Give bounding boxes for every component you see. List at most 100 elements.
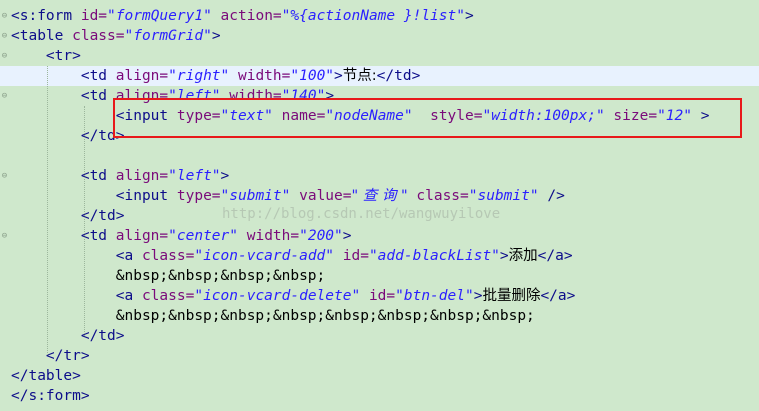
code-line[interactable]: <a class="icon-vcard-delete" id="btn-del… bbox=[0, 286, 759, 306]
code-token: </a> bbox=[540, 288, 576, 304]
code-token: "submit" bbox=[468, 188, 539, 204]
code-line[interactable]: <td align="right" width="100">节点:</td> bbox=[0, 66, 759, 86]
code-line[interactable]: </table> bbox=[0, 366, 759, 386]
code-token: " 查 询 " bbox=[351, 188, 408, 204]
code-token: 批量删除 bbox=[482, 288, 541, 304]
code-text: &nbsp;&nbsp;&nbsp;&nbsp;&nbsp;&nbsp;&nbs… bbox=[11, 306, 535, 326]
code-text: <tr> bbox=[11, 46, 81, 66]
code-token: <s:form bbox=[11, 8, 81, 24]
code-token: </td> bbox=[376, 68, 421, 84]
highlight-box bbox=[113, 98, 742, 138]
code-token: &nbsp;&nbsp;&nbsp;&nbsp;&nbsp;&nbsp;&nbs… bbox=[11, 308, 535, 324]
indent-guide bbox=[47, 66, 48, 355]
code-text: </tr> bbox=[11, 346, 90, 366]
code-line[interactable]: </s:form> bbox=[0, 386, 759, 406]
code-text: <a class="icon-vcard-add" id="add-blackL… bbox=[11, 246, 573, 266]
code-text: </s:form> bbox=[11, 386, 90, 406]
code-token: <tr> bbox=[11, 48, 81, 64]
code-token: > bbox=[211, 28, 221, 44]
code-token: "icon-vcard-add" bbox=[194, 248, 335, 264]
code-token: id= bbox=[360, 288, 396, 304]
code-token: <a bbox=[11, 288, 142, 304]
code-token: <td bbox=[11, 228, 116, 244]
fold-toggle-icon[interactable]: ⊖ bbox=[0, 226, 9, 246]
code-token: action= bbox=[211, 8, 282, 24]
code-token: 添加 bbox=[508, 248, 538, 264]
code-text: </td> bbox=[11, 126, 125, 146]
code-token: </table> bbox=[11, 368, 81, 384]
code-token: align= bbox=[115, 228, 169, 244]
code-token: </tr> bbox=[11, 348, 90, 364]
watermark: http://blog.csdn.net/wangwuyilove bbox=[222, 206, 501, 222]
code-line[interactable]: <a class="icon-vcard-add" id="add-blackL… bbox=[0, 246, 759, 266]
code-token: <td bbox=[11, 88, 116, 104]
code-token: "formGrid" bbox=[124, 28, 212, 44]
code-text: <table class="formGrid"> bbox=[11, 26, 221, 46]
code-line[interactable]: ⊖ <table class="formGrid"> bbox=[0, 26, 759, 46]
code-token: > bbox=[464, 8, 474, 24]
code-token: class= bbox=[72, 28, 125, 44]
code-token: class= bbox=[141, 288, 195, 304]
code-line[interactable]: </td> bbox=[0, 326, 759, 346]
code-token: "add-blackList" bbox=[368, 248, 500, 264]
code-token: "%{actionName }!list" bbox=[281, 8, 465, 24]
code-token: "icon-vcard-delete" bbox=[194, 288, 361, 304]
code-token: class= bbox=[407, 188, 469, 204]
code-line[interactable]: <input type="submit" value=" 查 询 " class… bbox=[0, 186, 759, 206]
code-token: value= bbox=[290, 188, 352, 204]
code-token: class= bbox=[141, 248, 195, 264]
code-token: align= bbox=[115, 168, 169, 184]
code-token: /> bbox=[538, 188, 565, 204]
code-text: <input type="submit" value=" 查 询 " class… bbox=[11, 186, 565, 206]
code-line[interactable] bbox=[0, 146, 759, 166]
fold-toggle-icon[interactable]: ⊖ bbox=[0, 6, 9, 26]
code-token: "200" bbox=[299, 228, 343, 244]
code-line[interactable]: ⊖ <td align="center" width="200"> bbox=[0, 226, 759, 246]
code-token: <input bbox=[11, 188, 177, 204]
code-editor[interactable]: </s:form> </table> </tr> </td> &nbsp;&nbs… bbox=[0, 0, 759, 411]
code-token: align= bbox=[115, 68, 169, 84]
indent-guide bbox=[84, 106, 85, 336]
code-text: <a class="icon-vcard-delete" id="btn-del… bbox=[11, 286, 576, 306]
code-token: width= bbox=[229, 68, 291, 84]
code-text: </td> bbox=[11, 326, 125, 346]
code-token: id= bbox=[334, 248, 369, 264]
code-token: &nbsp;&nbsp;&nbsp;&nbsp; bbox=[11, 268, 326, 284]
code-token: </td> bbox=[11, 208, 125, 224]
code-token: > bbox=[342, 228, 352, 244]
code-token: </td> bbox=[11, 128, 125, 144]
code-line[interactable]: ⊖ <s:form id="formQuery1" action="%{actio… bbox=[0, 6, 759, 26]
code-token: > bbox=[499, 248, 509, 264]
code-token: "btn-del" bbox=[395, 288, 474, 304]
code-line[interactable]: &nbsp;&nbsp;&nbsp;&nbsp;&nbsp;&nbsp;&nbs… bbox=[0, 306, 759, 326]
code-token: 节点: bbox=[342, 68, 377, 84]
code-token: "center" bbox=[168, 228, 238, 244]
code-token: </a> bbox=[537, 248, 573, 264]
code-line[interactable]: ⊖ <tr> bbox=[0, 46, 759, 66]
code-text: <td align="center" width="200"> bbox=[11, 226, 352, 246]
code-text: <s:form id="formQuery1" action="%{action… bbox=[11, 6, 474, 26]
code-text: &nbsp;&nbsp;&nbsp;&nbsp; bbox=[11, 266, 326, 286]
fold-toggle-icon[interactable]: ⊖ bbox=[0, 26, 9, 46]
code-token: "100" bbox=[290, 68, 335, 84]
code-line[interactable]: ⊖ <td align="left"> bbox=[0, 166, 759, 186]
code-text: </table> bbox=[11, 366, 81, 386]
code-token: > bbox=[220, 168, 230, 184]
code-text: <td align="right" width="100">节点:</td> bbox=[11, 66, 420, 86]
code-token: <table bbox=[11, 28, 73, 44]
code-token: </td> bbox=[11, 328, 125, 344]
code-text: <td align="left"> bbox=[11, 166, 229, 186]
code-line[interactable]: &nbsp;&nbsp;&nbsp;&nbsp; bbox=[0, 266, 759, 286]
fold-toggle-icon[interactable]: ⊖ bbox=[0, 86, 9, 106]
fold-toggle-icon[interactable]: ⊖ bbox=[0, 46, 9, 66]
code-token: "right" bbox=[168, 68, 230, 84]
code-token: <td bbox=[11, 168, 116, 184]
code-token: "submit" bbox=[220, 188, 291, 204]
code-token: "left" bbox=[168, 168, 221, 184]
code-token: width= bbox=[238, 228, 300, 244]
code-token: id= bbox=[80, 8, 108, 24]
code-line[interactable]: </tr> bbox=[0, 346, 759, 366]
code-token: > bbox=[334, 68, 343, 84]
code-token: <a bbox=[11, 248, 142, 264]
fold-toggle-icon[interactable]: ⊖ bbox=[0, 166, 9, 186]
